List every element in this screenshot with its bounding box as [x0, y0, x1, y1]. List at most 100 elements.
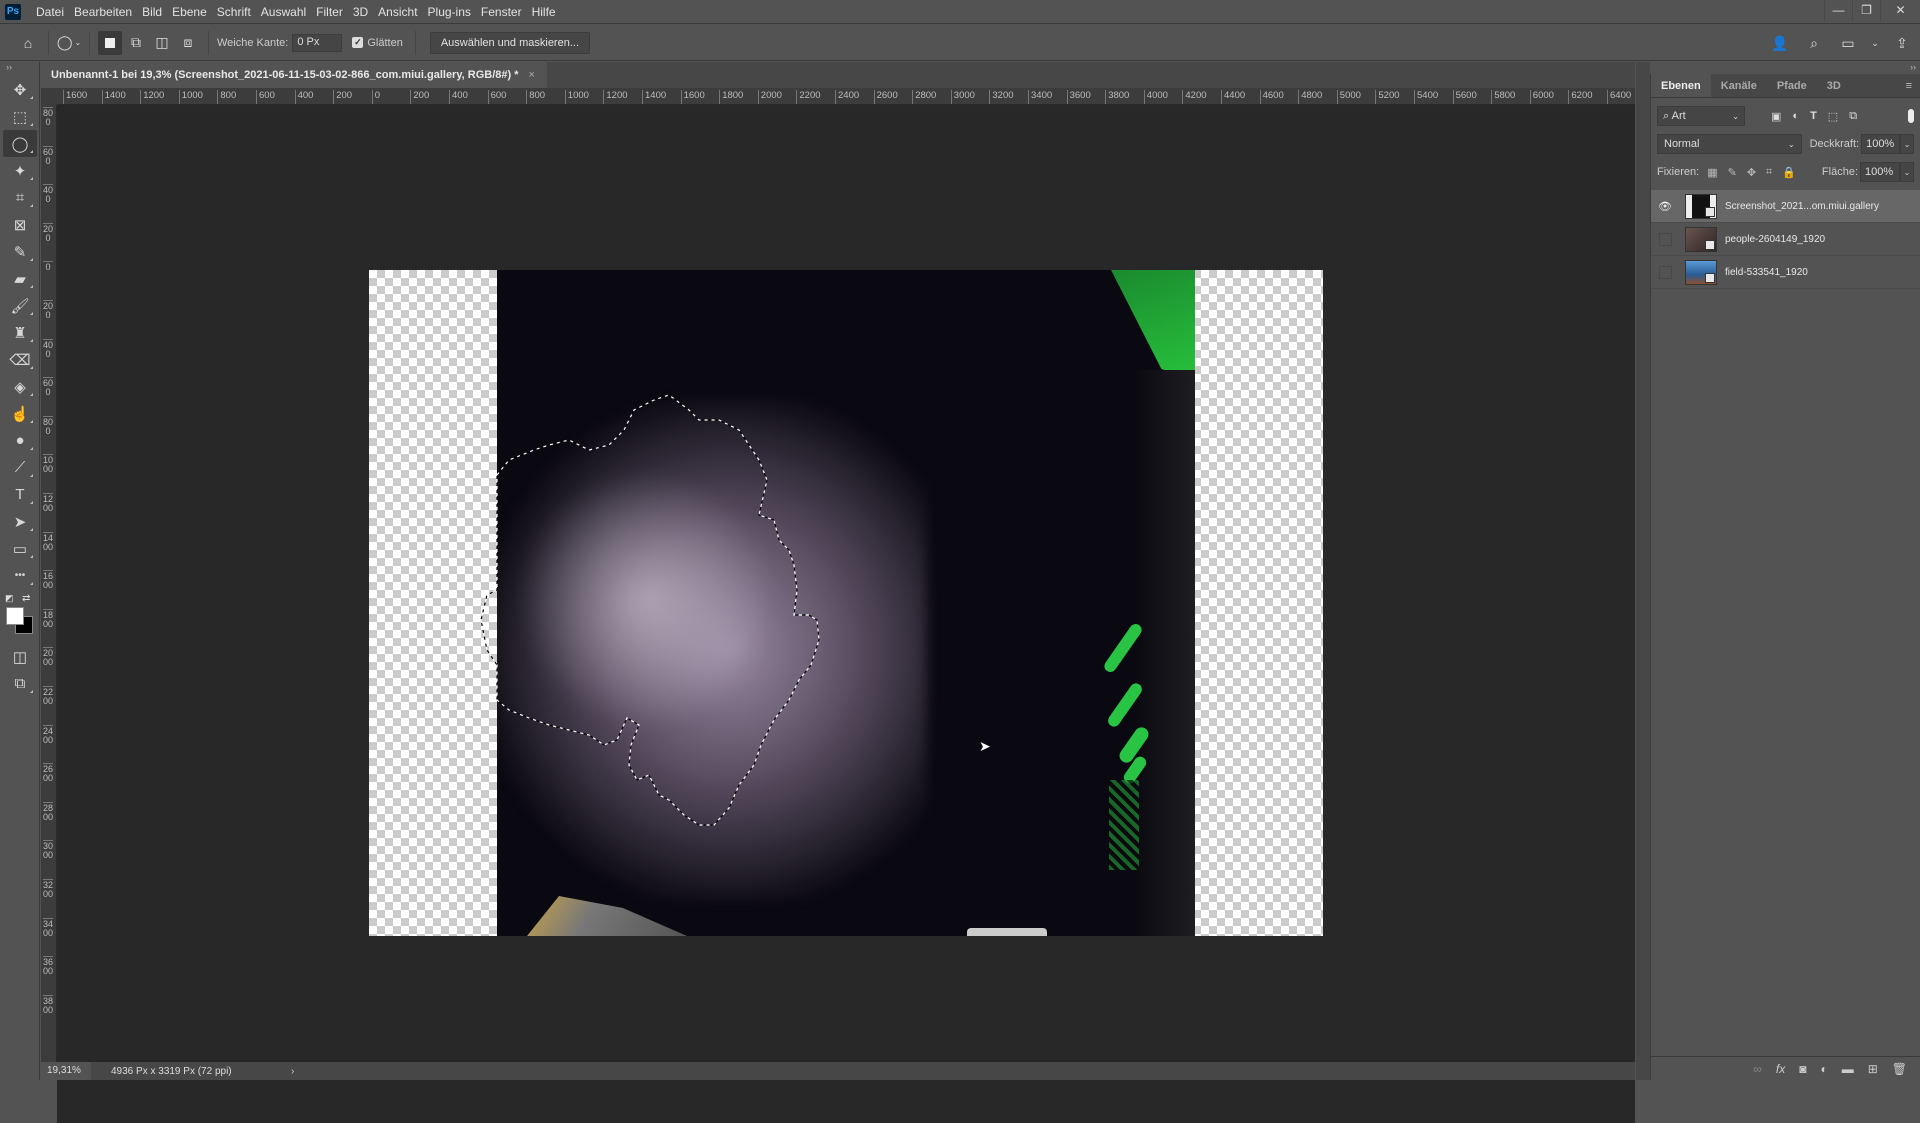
dodge-tool[interactable]: ●	[3, 427, 37, 454]
collapse-panel-icon[interactable]: ››	[1910, 62, 1916, 72]
quick-mask-icon[interactable]: ◫	[3, 643, 37, 670]
lock-image-icon[interactable]: ✎	[1728, 166, 1737, 179]
collapse-icon[interactable]: ››	[0, 62, 39, 76]
menu-ansicht[interactable]: Ansicht	[373, 0, 422, 24]
add-mask-icon[interactable]: ◙	[1799, 1062, 1806, 1076]
tab-kanaele[interactable]: Kanäle	[1711, 74, 1767, 97]
pen-tool[interactable]: ⟋	[3, 454, 37, 481]
foreground-color[interactable]	[6, 607, 24, 625]
layer-filter-select[interactable]: ⌕ Art ⌄	[1657, 106, 1745, 126]
fill-input[interactable]: 100%	[1860, 162, 1900, 182]
lock-artboard-icon[interactable]: ⌗	[1766, 166, 1772, 179]
screen-mode-icon[interactable]: ⧉	[3, 670, 37, 697]
shape-filter-icon[interactable]: ⬚	[1828, 110, 1838, 123]
tab-3d[interactable]: 3D	[1817, 74, 1851, 97]
pixel-filter-icon[interactable]: ▣	[1771, 110, 1781, 123]
panel-menu-icon[interactable]: ≡	[1906, 74, 1920, 97]
menu-3d[interactable]: 3D	[348, 0, 373, 24]
canvas-viewport[interactable]: ➤	[57, 105, 1635, 1123]
path-selection-tool[interactable]: ➤	[3, 508, 37, 535]
new-selection-button[interactable]	[98, 30, 122, 55]
paint-bucket-tool[interactable]: ◈	[3, 373, 37, 400]
move-tool[interactable]: ✥	[3, 76, 37, 103]
canvas[interactable]: ➤	[369, 270, 1323, 936]
adjustment-filter-icon[interactable]: ◐	[1792, 110, 1799, 123]
marquee-tool[interactable]: ⬚	[3, 103, 37, 130]
workspace-icon[interactable]: ▭	[1836, 31, 1860, 55]
menu-ebene[interactable]: Ebene	[167, 0, 212, 24]
menu-bild[interactable]: Bild	[137, 0, 167, 24]
lasso-preset-picker[interactable]: ◯ ⌄	[57, 31, 81, 55]
ruler-origin[interactable]	[41, 88, 57, 105]
menu-auswahl[interactable]: Auswahl	[256, 0, 311, 24]
visibility-toggle[interactable]	[1651, 232, 1679, 246]
smudge-tool[interactable]: ☝	[3, 400, 37, 427]
healing-brush-tool[interactable]: ▰	[3, 265, 37, 292]
feather-input[interactable]: 0 Px	[292, 33, 343, 52]
intersect-selection-button[interactable]: ⧈	[176, 31, 200, 55]
share-icon[interactable]: ⇪	[1890, 31, 1914, 55]
lock-transparency-icon[interactable]: ▦	[1707, 166, 1717, 179]
document-tab[interactable]: Unbenannt-1 bei 19,3% (Screenshot_2021-0…	[41, 62, 547, 88]
search-icon[interactable]: ⌕	[1802, 31, 1826, 55]
layer-row[interactable]: field-533541_1920	[1651, 256, 1920, 289]
menu-hilfe[interactable]: Hilfe	[527, 0, 561, 24]
swap-colors-icon[interactable]: ⇄	[22, 593, 30, 604]
visibility-toggle[interactable]	[1651, 265, 1679, 279]
rectangle-tool[interactable]: ▭	[3, 535, 37, 562]
close-tab-icon[interactable]: ×	[529, 69, 535, 81]
magic-wand-tool[interactable]: ✦	[3, 157, 37, 184]
eraser-tool[interactable]: ⌫	[3, 346, 37, 373]
filter-toggle[interactable]	[1908, 109, 1914, 123]
select-and-mask-button[interactable]: Auswählen und maskieren...	[429, 31, 590, 54]
menu-filter[interactable]: Filter	[311, 0, 348, 24]
fill-dropdown[interactable]: ⌄	[1900, 162, 1914, 182]
share-user-icon[interactable]: 👤	[1768, 31, 1792, 55]
crop-tool[interactable]: ⌗	[3, 184, 37, 211]
opacity-dropdown[interactable]: ⌄	[1900, 134, 1914, 154]
close-window-button[interactable]: ✕	[1880, 0, 1920, 20]
chevron-down-icon[interactable]: ⌄	[1870, 31, 1880, 55]
menu-fenster[interactable]: Fenster	[476, 0, 527, 24]
frame-tool[interactable]: ⊠	[3, 211, 37, 238]
brush-tool[interactable]: 🖌	[3, 292, 37, 319]
delete-layer-icon[interactable]: 🗑	[1892, 1062, 1907, 1076]
lock-all-icon[interactable]: 🔒	[1782, 166, 1796, 179]
new-layer-icon[interactable]: ⊞	[1868, 1062, 1878, 1076]
tab-ebenen[interactable]: Ebenen	[1651, 74, 1711, 97]
lock-position-icon[interactable]: ✥	[1747, 166, 1756, 179]
link-layers-icon[interactable]: ∞	[1753, 1062, 1762, 1076]
minimize-button[interactable]: —	[1824, 0, 1852, 20]
menu-bearbeiten[interactable]: Bearbeiten	[69, 0, 137, 24]
menu-plugins[interactable]: Plug-ins	[423, 0, 476, 24]
blend-mode-select[interactable]: Normal ⌄	[1657, 134, 1802, 154]
layer-row[interactable]: people-2604149_1920	[1651, 223, 1920, 256]
new-group-icon[interactable]: ▬	[1842, 1062, 1854, 1076]
adjustment-layer-icon[interactable]: ◐	[1820, 1062, 1827, 1076]
layer-row[interactable]: 👁 Screenshot_2021...om.miui.gallery	[1651, 190, 1920, 223]
tab-pfade[interactable]: Pfade	[1767, 74, 1817, 97]
add-selection-button[interactable]: ⧉	[124, 31, 148, 55]
vertical-ruler[interactable]: 800 600 400 200 0 200 400 600 800 1000 1200 1400 160…	[41, 105, 57, 1080]
more-tools[interactable]: •••	[3, 562, 37, 589]
smart-object-filter-icon[interactable]: ⧉	[1849, 110, 1857, 123]
type-tool[interactable]: T	[3, 481, 37, 508]
opacity-input[interactable]: 100%	[1861, 134, 1901, 154]
zoom-level[interactable]: 19,31%	[41, 1062, 91, 1080]
menu-datei[interactable]: Datei	[31, 0, 69, 24]
default-colors-icon[interactable]: ◩	[5, 593, 14, 604]
visibility-eye-icon[interactable]: 👁	[1651, 200, 1679, 213]
horizontal-ruler[interactable]: 1600 1400 1200 1000 800 600 400 200 0 200 400 600 80…	[57, 88, 1635, 105]
subtract-selection-button[interactable]: ◫	[150, 31, 174, 55]
clone-stamp-tool[interactable]: ♜	[3, 319, 37, 346]
antialias-checkbox[interactable]: ✓ Glätten	[352, 37, 406, 49]
eyedropper-tool[interactable]: ✎	[3, 238, 37, 265]
ruler-tick-label: 1600	[680, 90, 705, 104]
lasso-tool[interactable]: ◯	[3, 130, 37, 157]
restore-button[interactable]: ❐	[1852, 0, 1880, 20]
home-icon[interactable]: ⌂	[16, 31, 40, 55]
type-filter-icon[interactable]: T	[1810, 110, 1817, 123]
menu-schrift[interactable]: Schrift	[212, 0, 256, 24]
fx-icon[interactable]: fx	[1776, 1062, 1785, 1076]
status-menu-arrow[interactable]: ›	[291, 1066, 294, 1077]
